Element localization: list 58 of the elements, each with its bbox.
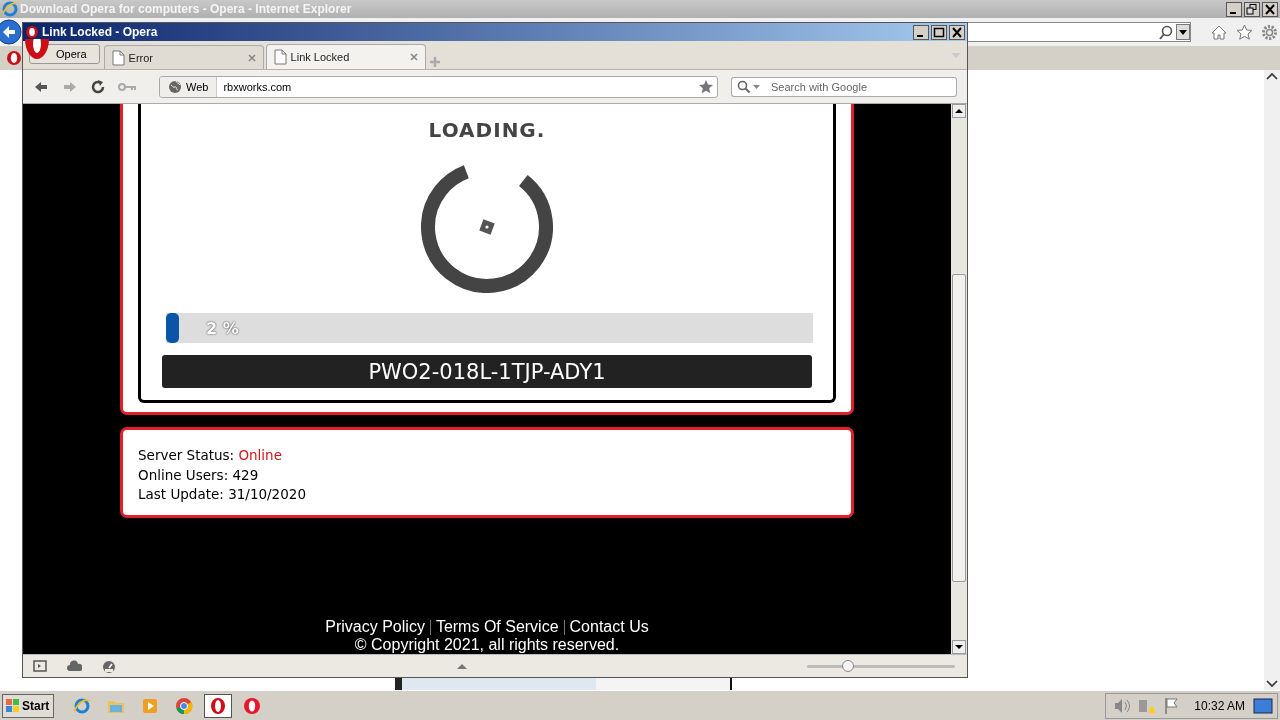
site-label: Web: [186, 80, 209, 93]
opera-icon: [243, 696, 262, 715]
footer-link[interactable]: Contact Us: [564, 618, 654, 636]
window-title: Link Locked - Opera: [42, 25, 159, 39]
footer-link[interactable]: Terms Of Service: [430, 618, 564, 636]
window-title: Download Opera for computers - Opera - Internet Explorer: [20, 2, 353, 16]
close-button[interactable]: [949, 24, 965, 40]
address-field[interactable]: Web rbxworks.com: [159, 75, 718, 98]
reload-icon[interactable]: [91, 79, 105, 94]
address-field[interactable]: [968, 22, 1191, 42]
loading-title: LOADING.: [428, 118, 546, 142]
back-button[interactable]: [0, 19, 22, 45]
cloud-icon[interactable]: [67, 660, 82, 672]
search-icon[interactable]: [1159, 24, 1174, 40]
close-tab-icon[interactable]: [408, 52, 419, 62]
copyright-text: © Copyright 2021, all rights reserved.: [354, 636, 620, 654]
status-line: Server Status: Online: [138, 446, 283, 465]
code-text: PWO2-018L-1TJP-ADY1: [162, 355, 812, 388]
url-text: rbxworks.com: [222, 80, 293, 93]
opera-logo-icon: [6, 50, 22, 66]
footer-link[interactable]: Privacy Policy: [320, 618, 430, 636]
scroll-up-icon[interactable]: [952, 104, 966, 118]
bookmark-star-icon[interactable]: [698, 78, 714, 95]
minimize-button[interactable]: [913, 24, 929, 40]
home-icon[interactable]: [1211, 23, 1228, 41]
browser-icon: [73, 696, 92, 715]
start-button[interactable]: Start: [2, 693, 55, 718]
media-player-icon: [141, 696, 160, 715]
settings-icon[interactable]: [1261, 23, 1278, 41]
restore-button[interactable]: [1244, 1, 1260, 17]
progress-reading: 2 %: [206, 318, 239, 338]
zoom-menu-icon[interactable]: [455, 662, 468, 670]
zoom-slider[interactable]: [807, 660, 955, 672]
back-icon[interactable]: [33, 79, 49, 94]
page-icon: [110, 49, 125, 66]
scroll-down-icon[interactable]: [952, 640, 966, 654]
gauge-icon[interactable]: [102, 659, 116, 673]
status-line: Online Users: 429: [138, 465, 260, 485]
dropdown-button[interactable]: [1176, 24, 1190, 40]
globe-icon: [168, 79, 182, 94]
status-line: Last Update: 31/10/2020: [138, 485, 307, 504]
chrome-icon: [175, 696, 194, 715]
show-desktop-icon[interactable]: [1253, 696, 1273, 715]
flag-icon[interactable]: [1164, 696, 1179, 715]
maximize-button[interactable]: [931, 24, 947, 40]
opera-icon: [209, 696, 228, 715]
favorites-icon[interactable]: [1236, 23, 1253, 41]
close-button[interactable]: [1262, 1, 1278, 17]
clock[interactable]: 10:32 AM: [1194, 698, 1245, 713]
page-icon: [272, 49, 287, 65]
panel-icon[interactable]: [33, 660, 47, 672]
close-tab-icon[interactable]: [246, 52, 257, 63]
windows-logo-icon: [5, 698, 20, 713]
minimize-button[interactable]: [1226, 1, 1242, 17]
browser-tab[interactable]: Link Locked: [265, 44, 426, 69]
browser-icon: [2, 1, 18, 17]
browser-tab[interactable]: Error: [103, 45, 264, 69]
opera-button[interactable]: [204, 693, 233, 718]
